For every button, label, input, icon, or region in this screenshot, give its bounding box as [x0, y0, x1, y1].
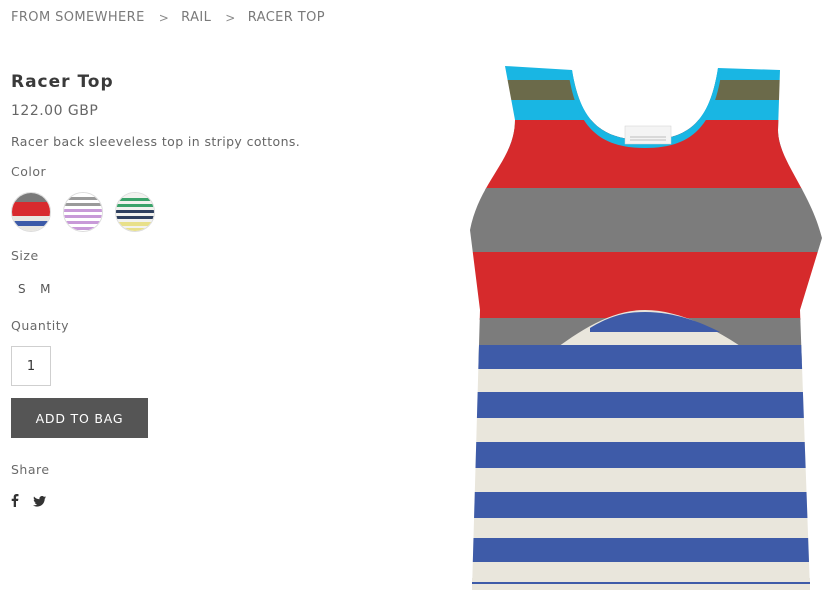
color-swatch-green-navy-yellow[interactable] — [115, 192, 155, 232]
add-to-bag-button[interactable]: ADD TO BAG — [11, 398, 148, 438]
product-description: Racer back sleeveless top in stripy cott… — [11, 134, 301, 149]
size-option-m[interactable]: M — [40, 282, 51, 296]
breadcrumb-separator-icon: > — [158, 10, 170, 25]
facebook-icon[interactable] — [11, 492, 19, 511]
color-swatch-lilac-grey[interactable] — [63, 192, 103, 232]
product-image — [460, 60, 830, 608]
breadcrumb-item-from-somewhere[interactable]: FROM SOMEWHERE — [11, 10, 145, 25]
color-swatch-red-grey-blue[interactable] — [11, 192, 51, 232]
share-label: Share — [11, 462, 50, 477]
size-label: Size — [11, 248, 39, 263]
size-option-s[interactable]: S — [18, 282, 26, 296]
product-price: 122.00 GBP — [11, 103, 99, 119]
twitter-icon[interactable] — [33, 492, 46, 511]
breadcrumb-item-racer-top[interactable]: RACER TOP — [248, 10, 325, 25]
size-options: S M — [18, 282, 51, 296]
color-label: Color — [11, 164, 47, 179]
quantity-input[interactable] — [11, 346, 51, 386]
breadcrumb-item-rail[interactable]: RAIL — [181, 10, 211, 25]
breadcrumb-separator-icon: > — [225, 10, 236, 25]
color-swatches — [11, 192, 155, 232]
quantity-label: Quantity — [11, 318, 70, 333]
breadcrumb: FROM SOMEWHERE > RAIL > RACER TOP — [11, 10, 325, 25]
share-icons — [11, 492, 46, 511]
product-title: Racer Top — [11, 72, 114, 92]
